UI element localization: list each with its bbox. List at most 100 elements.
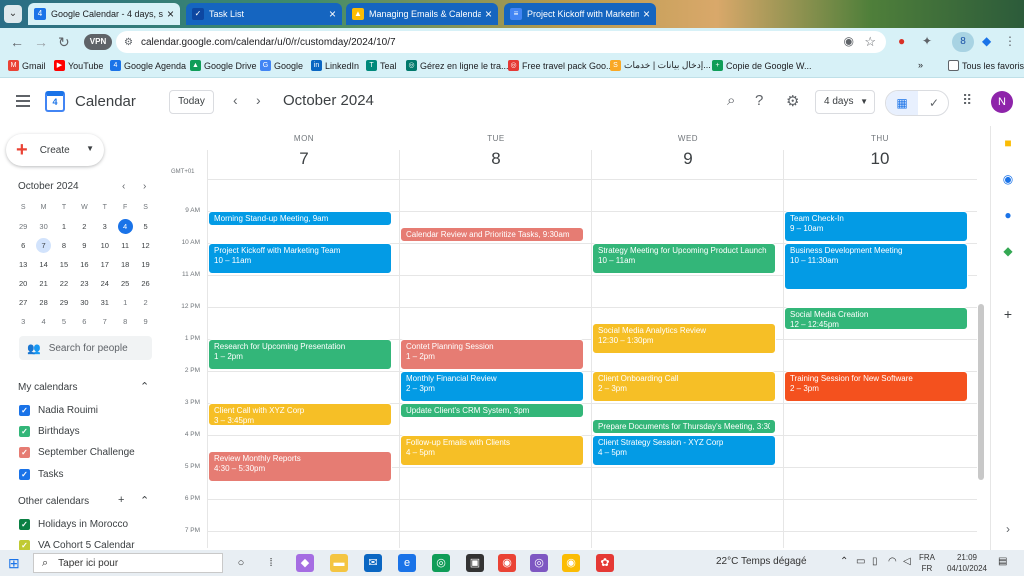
bookmark-teal[interactable]: T Teal: [366, 60, 397, 71]
create-button[interactable]: + Create ▼: [6, 134, 104, 166]
add-on-plus-icon[interactable]: +: [1001, 306, 1015, 322]
calendar-event[interactable]: Morning Stand-up Meeting, 9am: [208, 211, 392, 226]
mini-day[interactable]: 14: [33, 255, 53, 274]
calendar-item-nadia[interactable]: ✓ Nadia Rouimi: [19, 405, 98, 416]
calendar-event[interactable]: Contet Planning Session 1 – 2pm: [400, 339, 584, 370]
bookmark-google-agenda[interactable]: 4 Google Agenda: [110, 60, 186, 71]
calendar-item-holidays[interactable]: ✓ Holidays in Morocco: [19, 519, 128, 530]
calendar-event[interactable]: Business Development Meeting 10 – 11:30am: [784, 243, 968, 290]
search-icon[interactable]: ⌕: [727, 92, 735, 109]
eye-icon[interactable]: ◉: [844, 34, 854, 48]
browser-icon[interactable]: ◎: [432, 554, 450, 572]
calendar-event[interactable]: Follow-up Emails with Clients 4 – 5pm: [400, 435, 584, 466]
tab-task-list[interactable]: ✓ Task List ×: [186, 3, 342, 25]
mini-day[interactable]: 29: [13, 217, 33, 236]
calendar-event[interactable]: Client Call with XYZ Corp 3 – 3:45pm: [208, 403, 392, 426]
other-calendars-title[interactable]: Other calendars: [18, 496, 89, 507]
back-icon[interactable]: ←: [10, 34, 24, 50]
mini-day[interactable]: 24: [95, 274, 115, 293]
puzzle-icon[interactable]: ✦: [922, 34, 932, 48]
bookmark-free-travel[interactable]: ◎ Free travel pack Goo...: [508, 60, 614, 71]
mini-day[interactable]: 7: [33, 236, 53, 255]
my-calendars-title[interactable]: My calendars: [18, 382, 77, 393]
mini-day[interactable]: 11: [115, 236, 135, 255]
time-grid[interactable]: Morning Stand-up Meeting, 9am Project Kic…: [207, 179, 977, 548]
calendar-event[interactable]: Client Strategy Session - XYZ Corp 4 – 5p…: [592, 435, 776, 466]
help-icon[interactable]: ?: [755, 92, 763, 109]
mini-day[interactable]: 5: [135, 217, 155, 236]
mini-day[interactable]: 8: [115, 312, 135, 331]
bookmark-gmail[interactable]: M Gmail: [8, 60, 46, 71]
calendar-event[interactable]: Team Check-In 9 – 10am: [784, 211, 968, 242]
menu-dots-icon[interactable]: ⋮: [1004, 34, 1016, 48]
chevron-right-icon[interactable]: ›: [1001, 522, 1015, 536]
vpn-badge[interactable]: VPN: [84, 34, 112, 50]
forward-icon[interactable]: →: [34, 34, 48, 50]
mini-day[interactable]: 23: [74, 274, 94, 293]
mini-day[interactable]: 13: [13, 255, 33, 274]
calendar-item-tasks[interactable]: ✓ Tasks: [19, 469, 64, 480]
copilot-icon[interactable]: ◆: [296, 554, 314, 572]
shield-icon[interactable]: ◆: [982, 34, 991, 48]
mini-day[interactable]: 5: [54, 312, 74, 331]
mini-day[interactable]: 9: [74, 236, 94, 255]
day-number[interactable]: 7: [254, 149, 354, 169]
bookmark-linkedin[interactable]: in LinkedIn: [311, 60, 359, 71]
day-header-wed[interactable]: WED 9: [638, 134, 738, 169]
gear-icon[interactable]: ⚙: [786, 92, 799, 110]
mini-day[interactable]: 30: [74, 293, 94, 312]
calendar-event[interactable]: Monthly Financial Review 2 – 3pm: [400, 371, 584, 402]
network-icon[interactable]: ▭: [856, 556, 865, 567]
calendar-event[interactable]: Update Client's CRM System, 3pm: [400, 403, 584, 418]
chrome-icon[interactable]: ◉: [498, 554, 516, 572]
site-info-icon[interactable]: ⚙: [124, 37, 133, 48]
mini-day[interactable]: 17: [95, 255, 115, 274]
store-icon[interactable]: ▣: [466, 554, 484, 572]
mini-day[interactable]: 25: [115, 274, 135, 293]
windows-start-icon[interactable]: ⊞: [8, 555, 20, 572]
calendar-event[interactable]: Prepare Documents for Thursday's Meeting…: [592, 419, 776, 434]
checkbox-icon[interactable]: ✓: [19, 469, 30, 480]
calendar-event[interactable]: Client Onboarding Call 2 – 3pm: [592, 371, 776, 402]
day-header-mon[interactable]: MON 7: [254, 134, 354, 169]
mini-day[interactable]: 4: [33, 312, 53, 331]
tab-managing-emails[interactable]: ▲ Managing Emails & Calendar - ×: [346, 3, 498, 25]
close-icon[interactable]: ×: [643, 7, 650, 21]
checkbox-icon[interactable]: ✓: [19, 447, 30, 458]
calendar-event[interactable]: Review Monthly Reports 4:30 – 5:30pm: [208, 451, 392, 482]
mini-day[interactable]: 19: [135, 255, 155, 274]
system-clock[interactable]: 21:09 04/10/2024: [942, 552, 992, 574]
calendar-event[interactable]: Calendar Review and Prioritize Tasks, 9:…: [400, 227, 584, 242]
chevron-right-icon[interactable]: »: [918, 60, 923, 70]
mini-day[interactable]: 9: [135, 312, 155, 331]
day-header-thu[interactable]: THU 10: [830, 134, 930, 169]
checkbox-icon[interactable]: ✓: [19, 405, 30, 416]
chevron-left-icon[interactable]: ‹: [233, 92, 238, 108]
profile-chip[interactable]: 8: [952, 32, 974, 52]
bookmark-arabic[interactable]: S إدخال بيانات | خدمات...: [610, 60, 711, 71]
today-button[interactable]: Today: [169, 90, 214, 114]
mini-day[interactable]: 22: [54, 274, 74, 293]
day-number[interactable]: 10: [830, 149, 930, 169]
checkbox-icon[interactable]: ✓: [19, 519, 30, 530]
calendar-event[interactable]: Social Media Analytics Review 12:30 – 1:3…: [592, 323, 776, 354]
chevron-up-icon[interactable]: ⌃: [840, 556, 848, 567]
extension-icon[interactable]: ●: [898, 34, 905, 48]
mini-day[interactable]: 21: [33, 274, 53, 293]
close-icon[interactable]: ×: [329, 7, 336, 21]
bookmark-gerez[interactable]: ◎ Gérez en ligne le tra...: [406, 60, 509, 71]
app-icon[interactable]: ◉: [562, 554, 580, 572]
weather-widget[interactable]: 22°C Temps dégagé: [716, 556, 807, 567]
calendar-event[interactable]: Research for Upcoming Presentation 1 – 2p…: [208, 339, 392, 370]
calendar-event[interactable]: Project Kickoff with Marketing Team 10 – …: [208, 243, 392, 274]
day-number[interactable]: 8: [446, 149, 546, 169]
mini-day[interactable]: 2: [135, 293, 155, 312]
mini-day[interactable]: 26: [135, 274, 155, 293]
mini-day[interactable]: 3: [13, 312, 33, 331]
app-icon[interactable]: ◎: [530, 554, 548, 572]
app-icon[interactable]: ✿: [596, 554, 614, 572]
chevron-right-icon[interactable]: ›: [143, 181, 146, 192]
calendar-view-icon[interactable]: ▦: [886, 91, 918, 115]
mini-day[interactable]: 15: [54, 255, 74, 274]
mini-day[interactable]: 8: [54, 236, 74, 255]
